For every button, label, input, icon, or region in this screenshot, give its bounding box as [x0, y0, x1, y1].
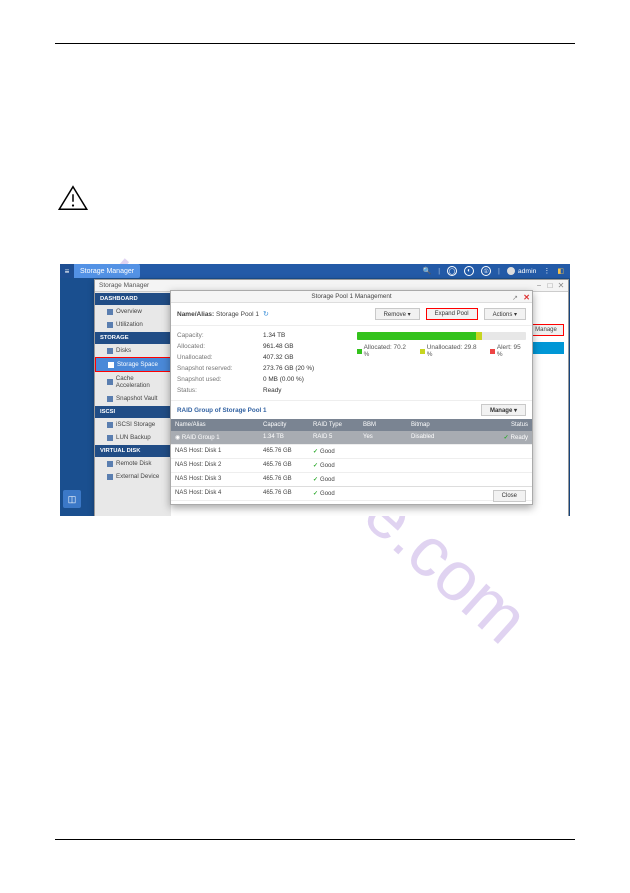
th-name: Name/Alias — [171, 419, 259, 431]
clock: :49 , Apr 13 — [543, 484, 564, 504]
os-topbar: ≡ Storage Manager 🔍 | ◯ ◐ ① | admin ⋮ ◧ — [60, 264, 570, 278]
sidebar-item-disks[interactable]: Disks — [95, 344, 171, 357]
raid-header-text: RAID Group of Storage Pool 1 — [177, 407, 267, 414]
dialog-header: Name/Alias: Storage Pool 1 ↻ Remove ▾ Exp… — [171, 303, 532, 326]
external-icon — [107, 474, 113, 480]
th-capacity: Capacity — [259, 419, 309, 431]
page-bottom-rule — [55, 839, 575, 840]
app-label-text: Storage Manager — [80, 268, 134, 275]
sidebar-item-iscsi-storage[interactable]: iSCSI Storage — [95, 418, 171, 431]
clock-date: , Apr 13 — [543, 498, 564, 504]
table-row[interactable]: NAS Host: Disk 2465.76 GB✓Good — [171, 459, 532, 473]
warning-icon — [58, 185, 88, 211]
legend-unallocated: Unallocated: 29.8 % — [427, 344, 480, 358]
admin-label: admin — [518, 268, 537, 275]
storage-space-icon — [108, 362, 114, 368]
close-button[interactable]: Close — [493, 490, 526, 502]
dialog-footer: Close — [171, 486, 532, 504]
name-value: Storage Pool 1 — [216, 311, 259, 318]
sidebar-item-cache[interactable]: Cache Acceleration — [95, 372, 171, 392]
sidebar-item-lun[interactable]: LUN Backup — [95, 431, 171, 444]
sidebar-header-storage: STORAGE — [95, 332, 171, 344]
usage-bar-allocated — [357, 332, 476, 340]
actions-button[interactable]: Actions ▾ — [484, 308, 526, 320]
label-snap-used: Snapshot used: — [177, 374, 253, 385]
value-snap-reserved: 273.76 GB (20 %) — [263, 363, 347, 374]
widgets-icon[interactable]: ◐ — [464, 266, 474, 276]
clock-time: :49 — [543, 484, 564, 498]
sidebar-header-dashboard: DASHBOARD — [95, 293, 171, 305]
dialog-titlebar: Storage Pool 1 Management ↗ ✕ — [171, 291, 532, 303]
cache-icon — [107, 379, 113, 385]
sidebar-item-storage-space[interactable]: Storage Space — [95, 357, 171, 372]
topbar-icons: 🔍 | ◯ ◐ ① | admin ⋮ ◧ — [422, 266, 570, 276]
close-icon[interactable]: ✕ — [557, 282, 565, 290]
snapshot-icon — [107, 396, 113, 402]
manage-button[interactable]: Manage — [528, 324, 564, 336]
usage-bar-snap — [476, 332, 483, 340]
usage-bar — [357, 332, 526, 340]
th-bitmap: Bitmap — [407, 419, 457, 431]
table-row[interactable]: ◉ RAID Group 11.34 TBRAID 5YesDisabled✓R… — [171, 431, 532, 445]
label-status: Status: — [177, 385, 253, 396]
sidebar: DASHBOARD Overview Utilization STORAGE D… — [95, 292, 171, 516]
label-allocated: Allocated: — [177, 341, 253, 352]
dashboard-icon[interactable]: ◧ — [557, 267, 564, 275]
sidebar-item-overview[interactable]: Overview — [95, 305, 171, 318]
value-capacity: 1.34 TB — [263, 330, 347, 341]
popout-icon[interactable]: ↗ — [512, 293, 518, 305]
user-icon[interactable]: ◯ — [447, 266, 457, 276]
menu-icon[interactable]: ≡ — [60, 264, 74, 278]
maximize-icon[interactable]: □ — [546, 282, 554, 290]
sidebar-item-remote[interactable]: Remote Disk — [95, 457, 171, 470]
table-row[interactable]: NAS Host: Disk 1465.76 GB✓Good — [171, 445, 532, 459]
table-row[interactable]: NAS Host: Disk 3465.76 GB✓Good — [171, 473, 532, 487]
taskbar-app-icon[interactable]: ◫ — [63, 490, 81, 508]
usage-legend: Allocated: 70.2 % Unallocated: 29.8 % Al… — [357, 344, 526, 358]
name-label: Name/Alias: — [177, 311, 214, 318]
table-header: Name/Alias Capacity RAID Type BBM Bitmap… — [171, 419, 532, 431]
utilization-icon — [107, 322, 113, 328]
value-status: Ready — [263, 385, 347, 396]
page-top-rule — [55, 43, 575, 44]
window-title: Storage Manager — [99, 282, 149, 289]
sidebar-header-virtual: VIRTUAL DISK — [95, 445, 171, 457]
minimize-icon[interactable]: − — [535, 282, 543, 290]
disks-icon — [107, 348, 113, 354]
sidebar-header-iscsi: ISCSI — [95, 406, 171, 418]
sidebar-item-snapshot[interactable]: Snapshot Vault — [95, 392, 171, 405]
dialog-title: Storage Pool 1 Management — [311, 293, 391, 300]
label-unallocated: Unallocated: — [177, 352, 253, 363]
value-unallocated: 407.32 GB — [263, 352, 347, 363]
screenshot-desktop: ≡ Storage Manager 🔍 | ◯ ◐ ① | admin ⋮ ◧ … — [60, 264, 570, 516]
expand-pool-button[interactable]: Expand Pool — [426, 308, 478, 320]
sidebar-item-external[interactable]: External Device — [95, 470, 171, 483]
search-icon[interactable]: 🔍 — [422, 267, 431, 275]
pool-management-dialog: Storage Pool 1 Management ↗ ✕ Name/Alias… — [170, 290, 533, 505]
dialog-close-icon[interactable]: ✕ — [523, 292, 530, 304]
remove-button[interactable]: Remove ▾ — [375, 308, 420, 320]
legend-alert: Alert: 95 % — [497, 344, 526, 358]
admin-chip[interactable]: admin — [507, 267, 537, 275]
th-raid: RAID Type — [309, 419, 359, 431]
overview-icon — [107, 309, 113, 315]
th-status: Status — [457, 419, 532, 431]
taskbar-app-label[interactable]: Storage Manager — [74, 264, 140, 278]
lun-icon — [107, 435, 113, 441]
label-snap-reserved: Snapshot reserved: — [177, 363, 253, 374]
kebab-icon[interactable]: ⋮ — [543, 267, 550, 275]
value-allocated: 961.48 GB — [263, 341, 347, 352]
raid-manage-button[interactable]: Manage ▾ — [481, 404, 526, 416]
legend-allocated: Allocated: 70.2 % — [364, 344, 410, 358]
th-bbm: BBM — [359, 419, 407, 431]
label-capacity: Capacity: — [177, 330, 253, 341]
iscsi-icon — [107, 422, 113, 428]
remote-icon — [107, 461, 113, 467]
spinner-icon: ↻ — [263, 311, 269, 318]
value-snap-used: 0 MB (0.00 %) — [263, 374, 347, 385]
stats-block: Capacity: Allocated: Unallocated: Snapsh… — [171, 326, 532, 400]
raid-section-header: RAID Group of Storage Pool 1 Manage ▾ — [171, 400, 532, 419]
notifications-icon[interactable]: ① — [481, 266, 491, 276]
sidebar-item-utilization[interactable]: Utilization — [95, 318, 171, 331]
